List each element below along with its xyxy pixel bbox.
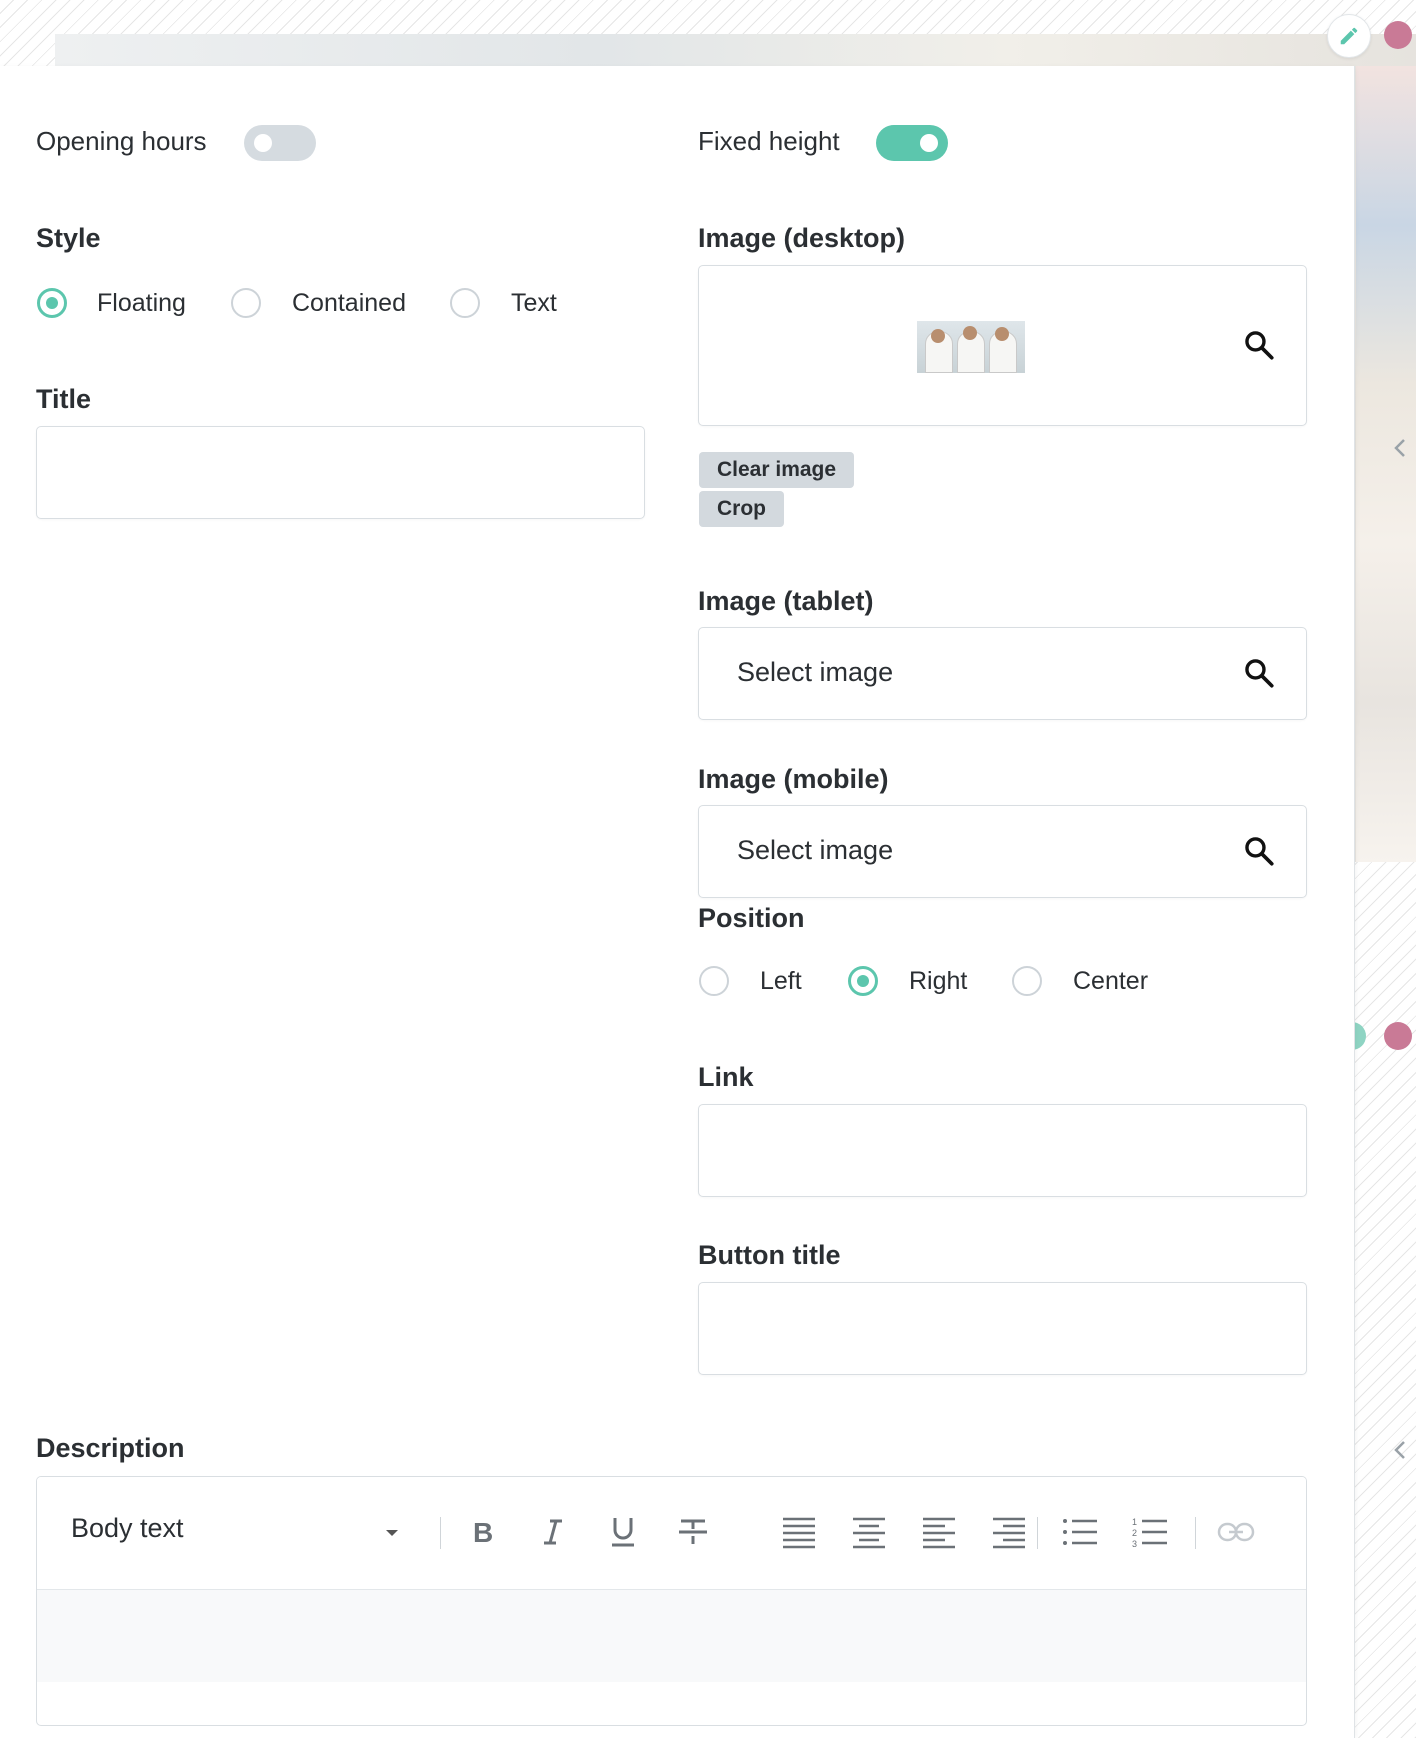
description-label: Description [36, 1433, 185, 1463]
toggle-knob [920, 134, 938, 152]
svg-text:2: 2 [1132, 1528, 1137, 1538]
opening-hours-toggle[interactable] [244, 125, 316, 161]
crop-button[interactable]: Crop [699, 491, 784, 527]
position-radio-right[interactable] [848, 966, 878, 996]
style-radio-contained[interactable] [231, 288, 261, 318]
toolbar-divider [440, 1517, 441, 1549]
underline-icon[interactable] [604, 1513, 642, 1551]
image-tablet-label: Image (tablet) [698, 586, 874, 616]
position-radio-center[interactable] [1012, 966, 1042, 996]
italic-icon[interactable] [534, 1513, 572, 1551]
toggle-knob [254, 134, 272, 152]
button-title-input[interactable] [698, 1282, 1307, 1375]
style-radio-floating[interactable] [37, 288, 67, 318]
opening-hours-label: Opening hours [36, 126, 207, 156]
edit-block-button[interactable] [1327, 14, 1371, 58]
link-input[interactable] [698, 1104, 1307, 1197]
image-desktop-label: Image (desktop) [698, 223, 906, 253]
position-option-label: Left [760, 967, 802, 995]
position-label: Position [698, 903, 805, 933]
block-handle-dot[interactable] [1384, 1022, 1412, 1050]
text-format-select[interactable]: Body text [71, 1513, 184, 1544]
pencil-icon [1340, 27, 1358, 45]
svg-text:3: 3 [1132, 1539, 1137, 1548]
image-desktop-thumbnail [917, 321, 1025, 373]
title-input[interactable] [36, 426, 645, 519]
bullet-list-icon[interactable] [1061, 1513, 1099, 1551]
search-icon[interactable] [1242, 834, 1276, 868]
style-label: Style [36, 223, 101, 253]
search-icon[interactable] [1242, 656, 1276, 690]
image-tablet-picker[interactable]: Select image [698, 627, 1307, 720]
numbered-list-icon[interactable]: 123 [1131, 1513, 1169, 1551]
align-center-icon[interactable] [850, 1513, 888, 1551]
link-icon[interactable] [1217, 1513, 1255, 1551]
image-desktop-picker[interactable] [698, 265, 1307, 426]
button-title-label: Button title [698, 1240, 841, 1270]
clear-image-button[interactable]: Clear image [699, 452, 855, 488]
align-left-icon[interactable] [920, 1513, 958, 1551]
description-editor: Body text B 123 [36, 1476, 1307, 1726]
position-radio-left[interactable] [699, 966, 729, 996]
fixed-height-toggle[interactable] [876, 125, 948, 161]
image-mobile-placeholder: Select image [737, 835, 894, 865]
style-option-label: Text [511, 289, 557, 317]
search-icon[interactable] [1242, 328, 1276, 362]
position-option-label: Right [909, 967, 968, 995]
toolbar-divider [1037, 1517, 1038, 1549]
chevron-left-icon[interactable] [1392, 438, 1408, 458]
editor-toolbar: Body text B 123 [37, 1477, 1306, 1590]
fixed-height-label: Fixed height [698, 126, 840, 156]
hero-image-edge [1356, 66, 1416, 862]
align-justify-icon[interactable] [780, 1513, 818, 1551]
block-handle-dot[interactable] [1384, 21, 1412, 49]
image-tablet-placeholder: Select image [737, 657, 894, 687]
align-right-icon[interactable] [990, 1513, 1028, 1551]
strikethrough-icon[interactable] [674, 1513, 712, 1551]
link-label: Link [698, 1062, 754, 1092]
editor-content-area[interactable] [37, 1590, 1306, 1682]
toolbar-divider [1195, 1517, 1196, 1549]
caret-down-icon[interactable] [385, 1529, 399, 1537]
chevron-left-icon[interactable] [1392, 1440, 1408, 1460]
position-option-label: Center [1073, 967, 1149, 995]
image-mobile-label: Image (mobile) [698, 764, 889, 794]
svg-text:B: B [473, 1518, 493, 1546]
style-option-label: Floating [97, 289, 186, 317]
style-option-label: Contained [292, 289, 406, 317]
title-label: Title [36, 384, 92, 414]
image-mobile-picker[interactable]: Select image [698, 805, 1307, 898]
svg-text:1: 1 [1132, 1517, 1137, 1527]
style-radio-text[interactable] [450, 288, 480, 318]
bold-icon[interactable]: B [464, 1513, 502, 1551]
